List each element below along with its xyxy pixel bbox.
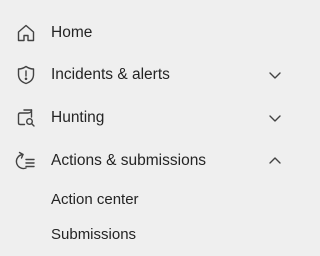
actions-icon: [15, 150, 37, 172]
chevron-down-icon[interactable]: [266, 66, 284, 84]
shield-icon: [15, 64, 37, 86]
nav-item-label: Incidents & alerts: [51, 66, 170, 83]
sub-item-label: Submissions: [51, 226, 137, 243]
nav-item-incidents-alerts[interactable]: Incidents & alerts: [0, 55, 300, 95]
nav-item-hunting[interactable]: Hunting: [0, 98, 300, 138]
nav-item-label: Actions & submissions: [51, 152, 207, 169]
chevron-up-icon[interactable]: [266, 152, 284, 170]
nav-item-label: Home: [51, 24, 93, 41]
nav-item-label: Hunting: [51, 109, 105, 126]
chevron-down-icon[interactable]: [266, 109, 284, 127]
sub-item-label: Action center: [51, 191, 139, 208]
hunting-icon: [15, 107, 37, 129]
nav-item-actions-submissions[interactable]: Actions & submissions: [0, 141, 300, 181]
side-navigation: Home Incidents & alerts Hunting Actions …: [0, 0, 300, 256]
sub-item-action-center[interactable]: Action center: [0, 183, 300, 217]
home-icon: [15, 22, 37, 44]
nav-item-home[interactable]: Home: [0, 13, 300, 53]
sub-item-submissions[interactable]: Submissions: [0, 218, 300, 252]
